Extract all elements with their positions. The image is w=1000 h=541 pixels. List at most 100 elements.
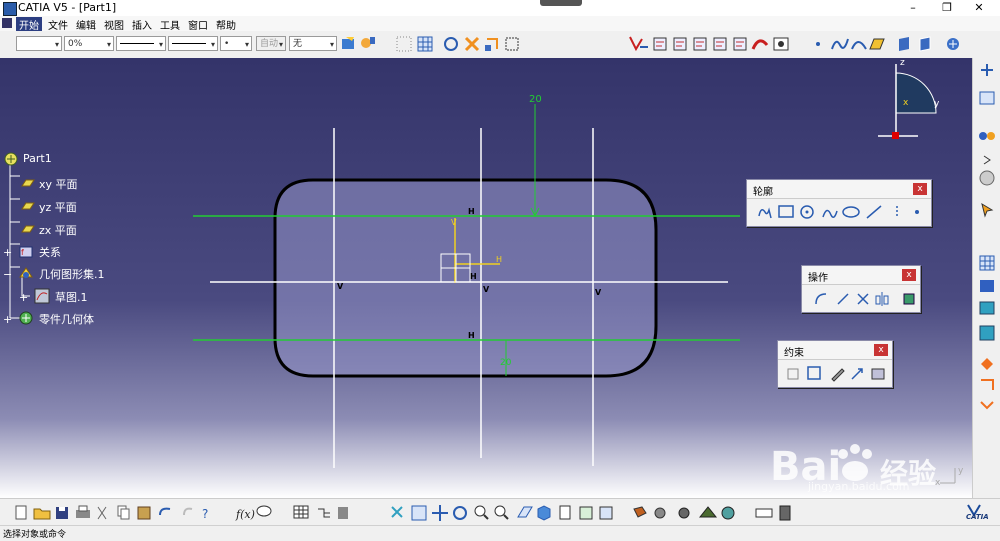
point-tool-icon (915, 210, 919, 214)
constraint-palette[interactable]: 约束 x (777, 340, 893, 388)
tree-icon (318, 508, 330, 518)
project-3d-tool-icon (903, 293, 915, 305)
constraints-dialog-icon (787, 368, 799, 380)
operation-tools (815, 292, 915, 306)
menu-tools[interactable]: 工具 (160, 17, 180, 32)
pan-select-icon (391, 506, 403, 518)
svg-text:f: f (21, 248, 24, 257)
menu-insert[interactable]: 插入 (132, 17, 152, 32)
profile-palette-close-button[interactable]: x (913, 183, 927, 195)
constraint-palette-close-button[interactable]: x (874, 344, 888, 356)
maximize-button[interactable]: ❐ (932, 0, 962, 16)
plane-icon (19, 178, 35, 188)
snap-icon (444, 37, 458, 51)
window-title: CATIA V5 - [Part1] (18, 1, 117, 14)
ellipse-tool-icon (842, 206, 860, 218)
sketch-dial-icon (979, 170, 995, 186)
constraint-h-mid[interactable]: H (470, 272, 477, 281)
exit-workbench-icon (629, 36, 648, 52)
constraint-h-bottom[interactable]: H (468, 331, 475, 340)
trim-tool-icon (857, 293, 869, 305)
grid-icon (979, 255, 995, 271)
close-button[interactable]: ✕ (964, 0, 994, 16)
constraint-v-right[interactable]: V (595, 288, 601, 297)
sketch-profile (273, 178, 658, 378)
menu-bar: 开始 文件 编辑 视图 插入 工具 窗口 帮助 (0, 16, 1000, 32)
catia-logo: CATIA (964, 501, 996, 523)
paint-format-icon (342, 37, 354, 49)
operation-palette[interactable]: 操作 x (801, 265, 921, 313)
instantiate-icon (979, 132, 995, 140)
hide-show-icon (579, 506, 593, 520)
window-grip (540, 0, 582, 6)
sketch-icon-4 (713, 37, 727, 51)
svg-text:?: ? (202, 507, 208, 521)
menu-window[interactable]: 窗口 (188, 17, 208, 32)
sketch-icon-1 (653, 37, 667, 51)
std-icon-1 (633, 506, 647, 518)
save-icon (56, 507, 68, 519)
operation-palette-titlebar[interactable]: 操作 x (802, 266, 920, 285)
profile-palette[interactable]: 轮廓 x (746, 179, 932, 227)
auto-constraint-icon (980, 401, 994, 410)
status-text: 选择对象或命令 (3, 530, 67, 540)
part-body-icon (18, 310, 34, 326)
collapse-icon[interactable]: − (3, 268, 12, 281)
formula-icon: f(x) (235, 508, 255, 521)
3d-viewport[interactable]: 20 20 H H H V V V H V z x y y x Part1 xy… (0, 58, 972, 498)
select-icon (981, 202, 994, 218)
rotate-icon (453, 506, 467, 520)
pad-icon (899, 37, 909, 51)
construction-icon (464, 36, 480, 52)
spline-tool-icon (822, 209, 838, 218)
animate-constraint-icon (871, 368, 885, 380)
table-icon (293, 505, 309, 519)
axis-v-label: V (451, 218, 457, 227)
point-icon (816, 42, 820, 46)
menu-start[interactable]: 开始 (16, 17, 42, 32)
grid-dots-icon (396, 36, 412, 52)
menu-edit[interactable]: 编辑 (76, 17, 96, 32)
expand-icon[interactable]: + (3, 313, 12, 326)
part-icon (3, 151, 19, 167)
expand-icon[interactable]: + (3, 246, 12, 259)
new-icon (15, 505, 27, 520)
iso-view-icon (537, 505, 551, 521)
constraint-h-top[interactable]: H (468, 207, 475, 216)
spline-icon (831, 38, 849, 50)
menu-help[interactable]: 帮助 (216, 17, 236, 32)
undo-icon (159, 507, 171, 516)
catalog-icon (338, 507, 348, 519)
bottom-toolbar-icons: ? f(x) (15, 505, 791, 521)
constraint-icon (979, 325, 995, 341)
geometric-constraints-icon (485, 38, 498, 51)
grid-icon (417, 36, 433, 52)
dimension-icon (981, 358, 993, 370)
profile-tools (758, 205, 919, 219)
mini-axis-y-label: y (958, 466, 964, 476)
constraint-palette-titlebar[interactable]: 约束 x (778, 341, 892, 360)
construction-icon (979, 301, 995, 315)
watermark-url: jingyan.baidu.com (808, 480, 910, 493)
compass-y-label: y (934, 99, 940, 109)
sketch-icon-2 (673, 37, 687, 51)
profile-palette-titlebar[interactable]: 轮廓 x (747, 180, 931, 199)
top-toolbar-icons (342, 36, 959, 52)
rectangle-tool-icon (778, 205, 794, 218)
corner-tool-icon (815, 293, 827, 305)
chamfer-tool-icon (837, 293, 849, 305)
plane-icon (19, 224, 35, 234)
expand-icon[interactable]: + (19, 291, 28, 304)
operation-palette-close-button[interactable]: x (902, 269, 916, 281)
menu-view[interactable]: 视图 (104, 17, 124, 32)
constraint-v-mid[interactable]: V (483, 285, 489, 294)
geometrical-set-icon (18, 265, 34, 281)
dimensional-constraints-icon (505, 37, 519, 51)
menu-file[interactable]: 文件 (48, 17, 68, 32)
geometric-icon (981, 379, 994, 390)
dimension-label-bottom[interactable]: 20 (500, 358, 511, 368)
dimension-label-top[interactable]: 20 (529, 94, 542, 105)
constraint-v-left[interactable]: V (337, 282, 343, 291)
minimize-button[interactable]: – (898, 0, 928, 16)
std-icon-2 (654, 507, 666, 519)
